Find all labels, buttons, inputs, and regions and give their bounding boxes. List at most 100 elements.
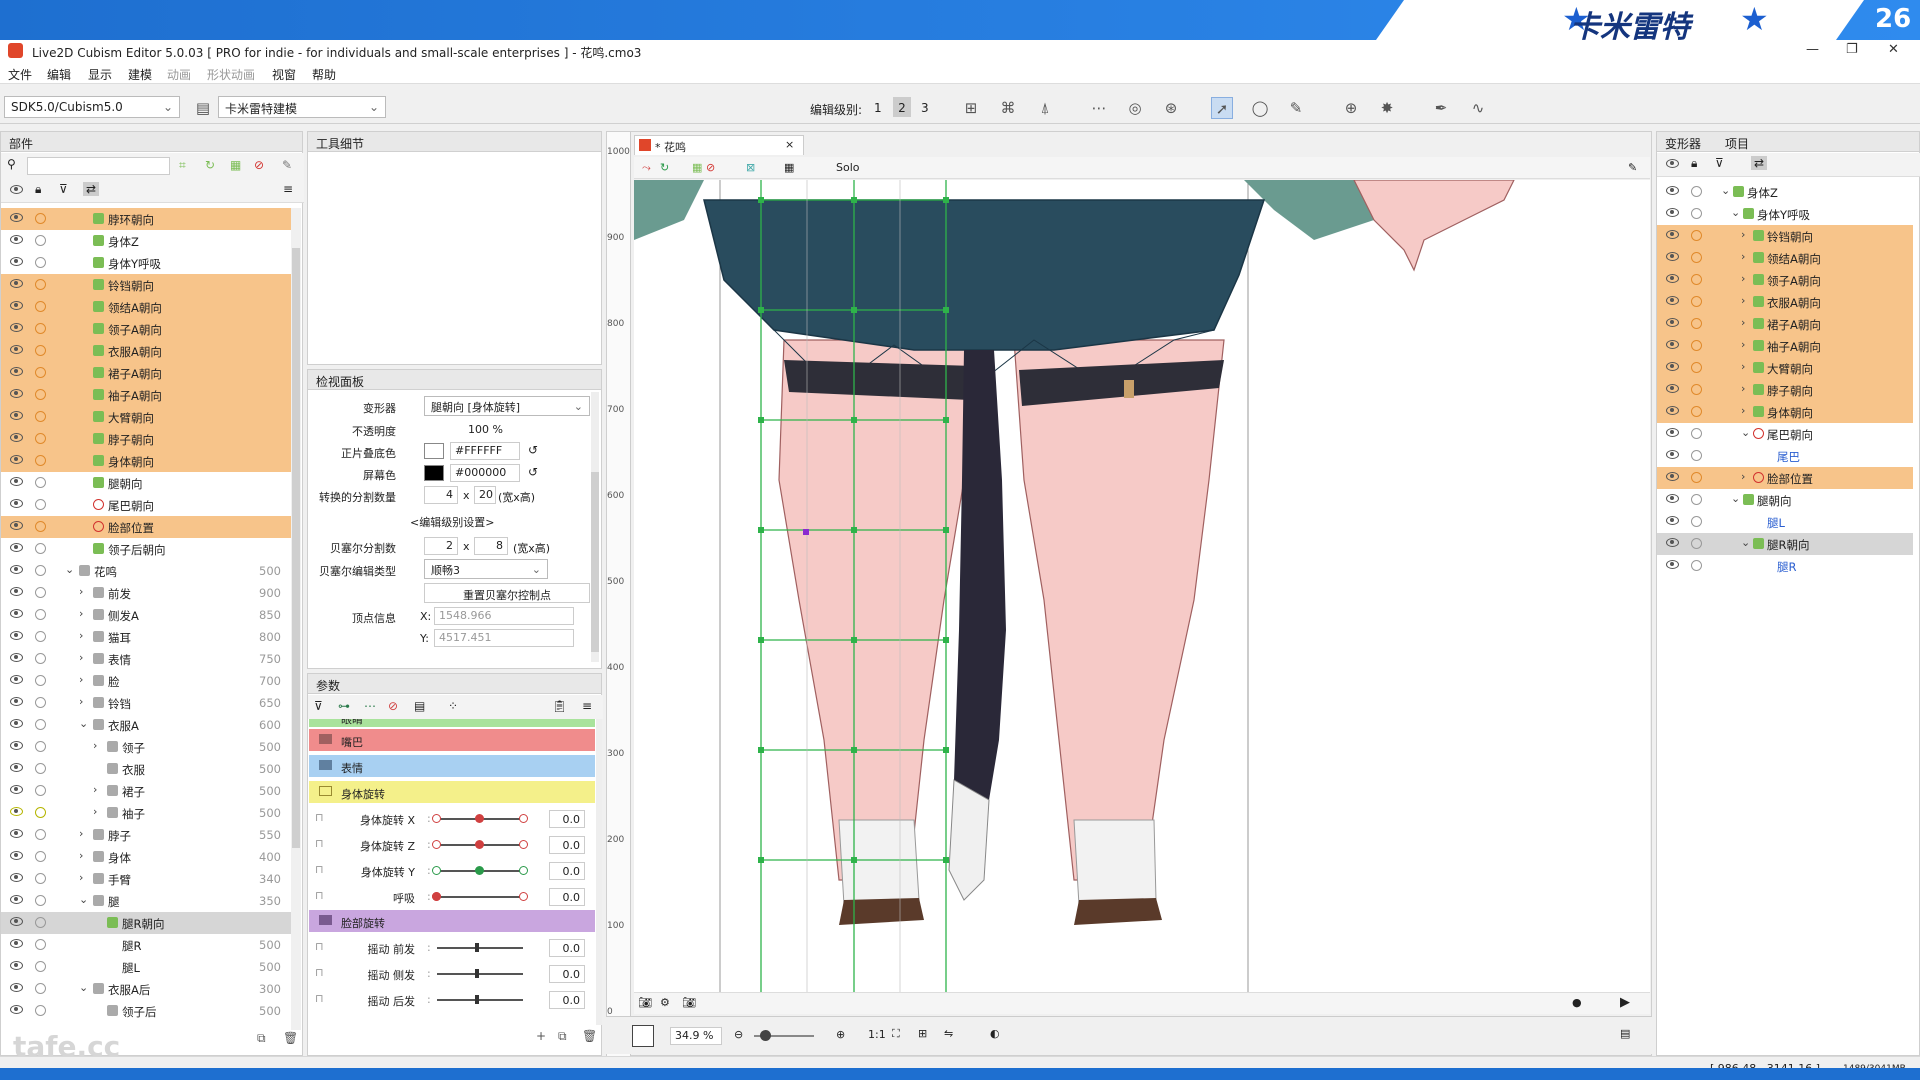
lock-circle-icon[interactable] [35,873,46,884]
parts-tree-row[interactable]: 腿朝向 [1,472,291,494]
eye-icon[interactable] [10,543,23,552]
clipboard-icon[interactable]: 📋︎ [552,699,567,713]
eye-icon[interactable] [1666,318,1679,327]
menu-form-animation[interactable]: 形状动画 [207,66,255,83]
warp-deformer-icon[interactable]: ▦ [230,158,241,172]
parameter-value[interactable]: 0.0 [549,991,585,1009]
capture-icon[interactable]: 📷︎ [682,996,696,1009]
parameters-scrollbar[interactable] [596,719,602,1025]
deformer-tree-row[interactable]: › 身体朝向 [1657,401,1913,423]
reset-icon[interactable]: ↺ [528,443,538,457]
tab-parameters[interactable]: 参数 [308,677,348,694]
deformer-tree-row[interactable]: ⌄ 身体Z [1657,181,1913,203]
key-lock-icon[interactable]: ⊓ [315,811,324,824]
expand-chevron-icon[interactable]: › [79,695,83,708]
expand-chevron-icon[interactable]: ⌄ [79,893,88,906]
vertex-y-input[interactable]: 4517.451 [434,629,574,647]
tab-document[interactable]: * 花鸣 × [634,135,804,155]
lock-circle-icon[interactable] [1691,208,1702,219]
deformer-tree-row[interactable]: 腿L [1657,511,1913,533]
eye-icon[interactable] [1666,560,1679,569]
glue-icon[interactable]: ⊛ [1160,97,1182,119]
parameter-value[interactable]: 0.0 [549,862,585,880]
lock-circle-icon[interactable] [1691,296,1702,307]
eye-icon[interactable] [10,477,23,486]
fit-view-icon[interactable]: ⊠ [746,161,755,174]
lock-circle-icon[interactable] [1691,472,1702,483]
parts-tree-row[interactable]: 衣服A朝向 [1,340,291,362]
lock-circle-icon[interactable] [35,939,46,950]
parts-tree-row[interactable]: ⌄ 衣服A后 300 [1,978,291,1000]
keyform-icon[interactable]: ▤ [414,699,425,713]
parts-tree-row[interactable]: 身体Y呼吸 [1,252,291,274]
eye-icon[interactable] [10,719,23,728]
bezier-x-input[interactable]: 2 [424,537,458,555]
parts-tree-row[interactable]: 大臂朝向 [1,406,291,428]
parts-tree-row[interactable]: 脖环朝向 [1,208,291,230]
lock-circle-icon[interactable] [35,411,46,422]
editor-canvas[interactable] [634,180,1650,992]
zoom-slider[interactable] [754,1030,814,1041]
deformer-select[interactable]: 腿朝向 [身体旋转] ⌄ [424,396,590,416]
parameter-slider-knob[interactable] [475,995,479,1004]
lock-circle-icon[interactable] [35,675,46,686]
zoom-input[interactable]: 34.9 % [670,1027,722,1045]
parts-tree-row[interactable]: › 侧发A 850 [1,604,291,626]
eye-icon[interactable] [10,939,23,948]
lock-circle-icon[interactable] [1691,318,1702,329]
mesh-auto-icon[interactable]: ⌘ [997,97,1019,119]
eye-icon[interactable] [1666,159,1679,168]
brush-select-icon[interactable]: ✎ [1285,97,1307,119]
edit-level-1[interactable]: 1 [874,101,882,115]
eye-icon[interactable] [10,257,23,266]
lock-circle-icon[interactable] [35,543,46,554]
link-view-icon[interactable]: ↻ [660,161,669,174]
menu-animation[interactable]: 动画 [167,66,191,83]
lock-circle-icon[interactable] [35,433,46,444]
expand-chevron-icon[interactable]: › [1741,294,1745,307]
lock-circle-icon[interactable] [35,587,46,598]
key-lock-icon[interactable]: ⊓ [315,889,324,902]
eye-icon[interactable] [10,917,23,926]
deformer-tree-row[interactable]: › 脸部位置 [1657,467,1913,489]
parameter-value[interactable]: 0.0 [549,888,585,906]
lock-circle-icon[interactable] [35,323,46,334]
parameter-value[interactable]: 0.0 [549,836,585,854]
deformer-view-icon[interactable]: ▦ [692,161,702,174]
expand-chevron-icon[interactable]: › [79,629,83,642]
actual-size-button[interactable]: 1:1 [868,1028,886,1041]
parameter-slider-knob[interactable] [475,840,484,849]
camera-settings-icon[interactable]: ⚙ [660,996,670,1009]
zoom-out-icon[interactable]: ⊖ [734,1028,743,1041]
eye-icon[interactable] [10,185,23,194]
inspector-scrollbar[interactable] [591,392,599,662]
key-lock-icon[interactable]: ⊓ [315,992,324,1005]
parts-tree-row[interactable]: › 身体 400 [1,846,291,868]
eye-icon[interactable] [10,389,23,398]
parts-tree-row[interactable]: 衣服 500 [1,758,291,780]
parts-tree-row[interactable]: 脸部位置 [1,516,291,538]
eye-icon[interactable] [10,301,23,310]
reset-icon[interactable]: ↺ [528,465,538,479]
eye-icon[interactable] [10,785,23,794]
expand-chevron-icon[interactable]: › [1741,250,1745,263]
lock-circle-icon[interactable] [1691,516,1702,527]
eye-icon[interactable] [1666,428,1679,437]
lock-circle-icon[interactable] [35,609,46,620]
division-y-input[interactable]: 20 [474,486,496,504]
parameter-slider-knob[interactable] [475,943,479,952]
eye-icon[interactable] [10,521,23,530]
deformer-tree-row[interactable]: 尾巴 [1657,445,1913,467]
lock-circle-icon[interactable] [35,345,46,356]
eye-icon[interactable] [10,631,23,640]
opacity-value[interactable]: 100 % [468,423,503,436]
lock-circle-icon[interactable] [35,961,46,972]
swap-icon[interactable]: ⇄ [83,182,100,196]
eye-icon[interactable] [10,345,23,354]
menu-view[interactable]: 显示 [88,66,112,83]
lock-circle-icon[interactable] [35,785,46,796]
parameter-slider-knob[interactable] [475,969,479,978]
lock-circle-icon[interactable] [35,807,46,818]
eye-icon[interactable] [1666,538,1679,547]
key-lock-icon[interactable]: ⊓ [315,940,324,953]
